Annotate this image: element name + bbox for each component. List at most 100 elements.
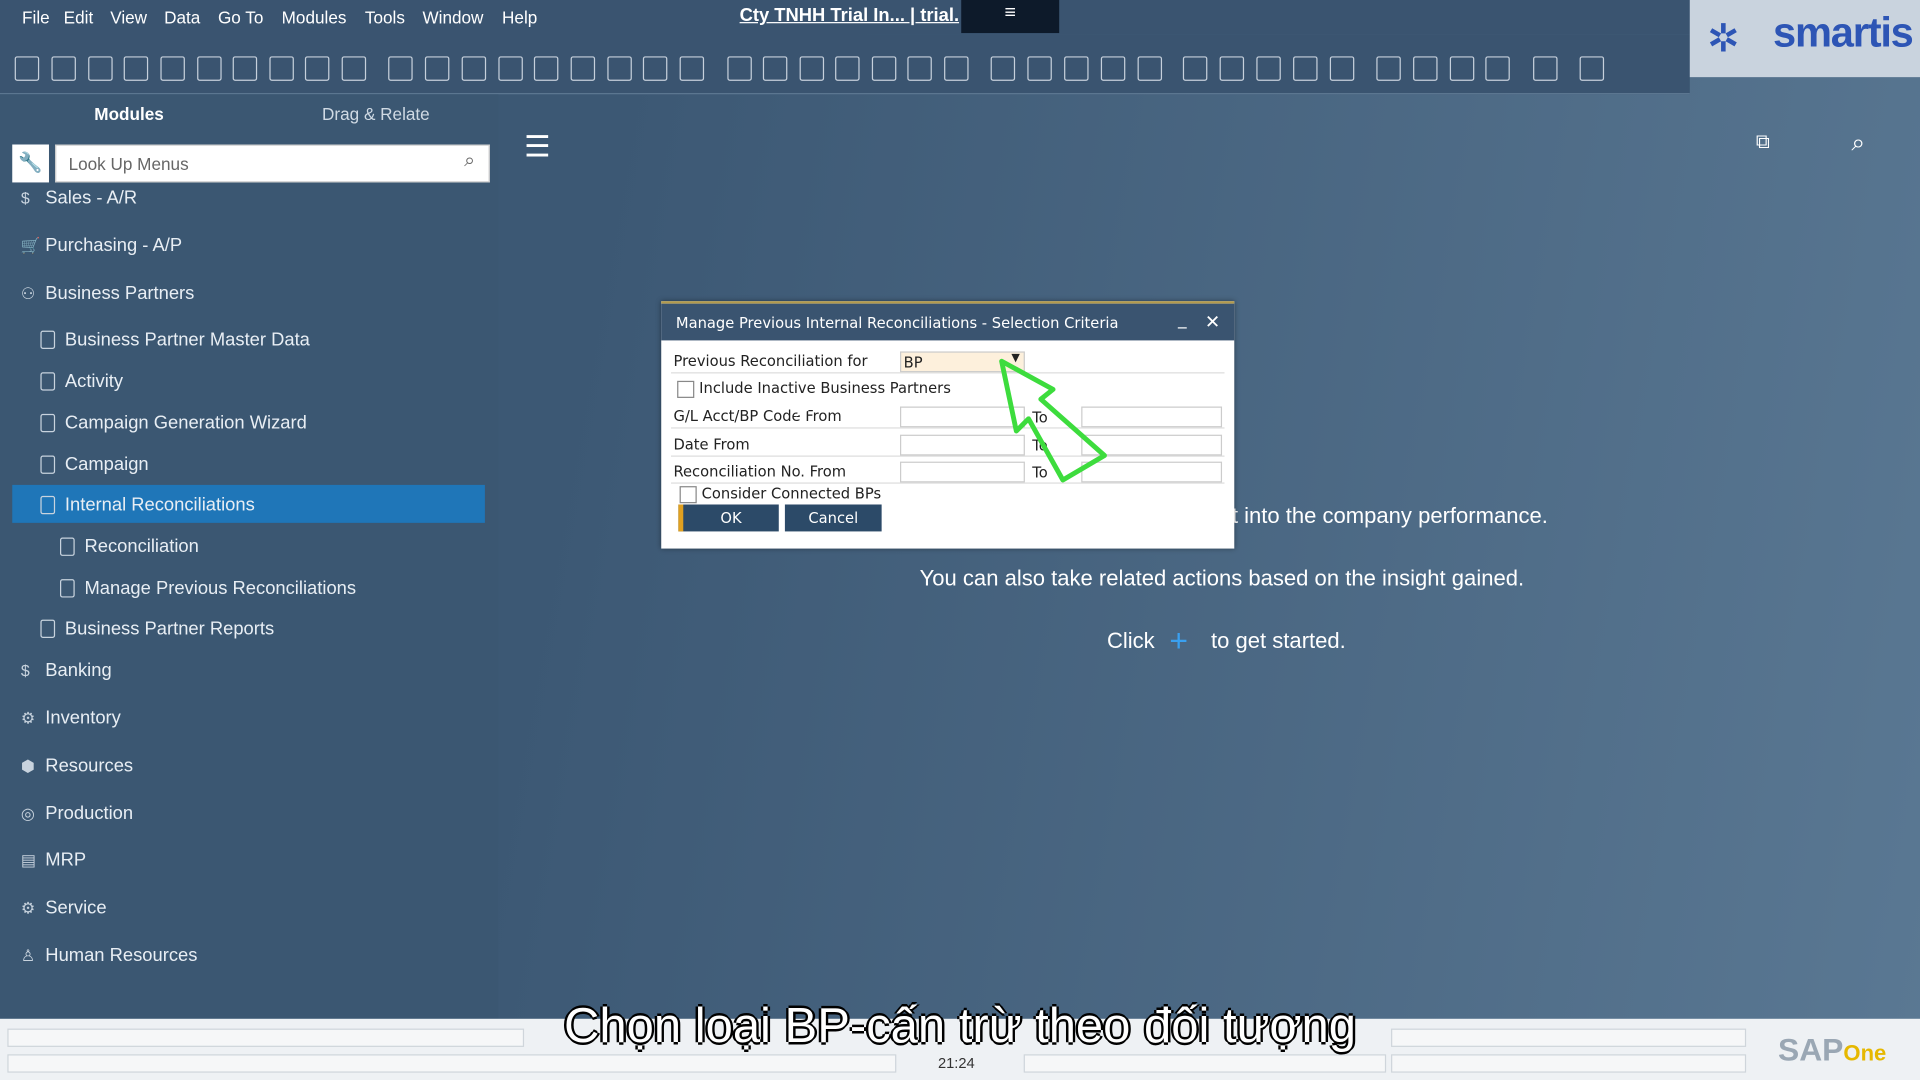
search-icon[interactable]: ⌕ xyxy=(1851,130,1865,158)
toolbar-button-icon[interactable] xyxy=(388,56,413,81)
include-inactive-checkbox[interactable] xyxy=(677,380,695,398)
toolbar-button-icon[interactable] xyxy=(51,56,76,81)
toolbar-button-icon[interactable] xyxy=(461,56,487,81)
toolbar-button-icon[interactable] xyxy=(762,56,788,81)
toolbar-button-icon[interactable] xyxy=(498,56,523,81)
tab-modules[interactable]: Modules xyxy=(94,104,164,124)
toolbar-button-icon[interactable] xyxy=(607,56,632,81)
toolbar-button-icon[interactable] xyxy=(1027,56,1052,81)
toolbar-button-icon[interactable] xyxy=(1100,56,1126,81)
toolbar-button-icon[interactable] xyxy=(990,56,1016,81)
toolbar-button-icon[interactable] xyxy=(1329,56,1355,81)
close-icon[interactable]: ✕ xyxy=(1205,311,1220,333)
toolbar-button-icon[interactable] xyxy=(88,56,113,81)
toolbar-button-icon[interactable] xyxy=(123,56,149,81)
menu-search-input[interactable]: Look Up Menus ⌕ xyxy=(55,144,490,183)
search-icon[interactable]: ⌕ xyxy=(464,151,475,173)
sidebar-item[interactable]: Reconciliation xyxy=(60,536,199,557)
toolbar-button-icon[interactable] xyxy=(232,56,258,81)
sidebar-item[interactable]: Business Partner Reports xyxy=(40,618,274,639)
info-line-2: You can also take related actions based … xyxy=(919,565,1525,591)
toolbar-button-icon[interactable] xyxy=(1579,56,1605,81)
menu-edit[interactable]: Edit xyxy=(64,7,94,27)
sidebar-item[interactable]: $ Sales - A/R xyxy=(21,187,138,209)
consider-connected-checkbox[interactable] xyxy=(679,486,697,504)
toolbar-button-icon[interactable] xyxy=(679,56,705,81)
toolbar-button-icon[interactable] xyxy=(1293,56,1318,81)
toolbar-button-icon[interactable] xyxy=(871,56,897,81)
sidebar-item[interactable]: $ Banking xyxy=(21,660,112,681)
sidebar-item[interactable]: ⚇ Business Partners xyxy=(21,283,195,304)
partners-icon: ⚇ xyxy=(20,284,36,303)
toolbar-button-icon[interactable] xyxy=(1256,56,1281,81)
sidebar-item[interactable]: ♙ Human Resources xyxy=(21,945,198,966)
sidebar-item[interactable]: Internal Reconciliations xyxy=(40,495,255,516)
menu-view[interactable]: View xyxy=(110,7,147,27)
sidebar-item[interactable]: 🛒 Purchasing - A/P xyxy=(21,235,182,256)
sidebar-item[interactable]: ◎ Production xyxy=(21,803,133,824)
person-icon: ♙ xyxy=(20,946,36,965)
toolbar-button-icon[interactable] xyxy=(304,56,330,81)
toolbar-button-icon[interactable] xyxy=(424,56,450,81)
document-icon xyxy=(40,372,56,391)
toolbar-button-icon[interactable] xyxy=(835,56,860,81)
wrench-icon[interactable]: 🔧 xyxy=(12,144,49,183)
sidebar-item[interactable]: ⚙ Service xyxy=(21,898,107,919)
info-line-1: t into the company performance. xyxy=(1231,503,1548,528)
toolbar-button-icon[interactable] xyxy=(1064,56,1089,81)
sidebar-item[interactable]: ⬢ Resources xyxy=(21,756,133,777)
sidebar-item[interactable]: Manage Previous Reconciliations xyxy=(60,578,356,599)
toolbar-button-icon[interactable] xyxy=(642,56,668,81)
plus-icon[interactable]: + xyxy=(1169,622,1188,660)
menu-help[interactable]: Help xyxy=(502,7,537,27)
toolbar-button-icon[interactable] xyxy=(944,56,969,81)
mouse-cursor-icon: ➤ xyxy=(793,400,810,422)
tab-drag-relate[interactable]: Drag & Relate xyxy=(322,104,430,124)
hamburger-icon[interactable]: ☰ xyxy=(524,130,550,166)
toolbar-button-icon[interactable] xyxy=(341,56,367,81)
ok-button[interactable]: OK xyxy=(678,504,779,532)
toolbar-button-icon[interactable] xyxy=(160,56,185,81)
toolbar-button-icon[interactable] xyxy=(1376,56,1401,81)
resources-icon: ⬢ xyxy=(20,756,35,776)
cart-icon: 🛒 xyxy=(20,236,41,255)
sidebar-item-label: Business Partner Master Data xyxy=(64,329,310,351)
recon-no-label: Reconciliation No. From xyxy=(673,462,847,481)
toolbar-button-icon[interactable] xyxy=(269,56,294,81)
sidebar-item-label: Banking xyxy=(45,660,112,681)
sidebar-item[interactable]: ⚙ Inventory xyxy=(21,708,121,729)
sidebar-item[interactable]: ▤ MRP xyxy=(21,850,86,871)
sidebar-item[interactable]: Business Partner Master Data xyxy=(40,329,310,351)
toolbar-button-icon[interactable] xyxy=(1449,56,1475,81)
toolbar-button-icon[interactable] xyxy=(1413,56,1438,81)
hamburger-menu-icon[interactable]: ≡ xyxy=(961,0,1060,34)
folder-icon xyxy=(40,619,56,638)
toolbar-button-icon[interactable] xyxy=(1137,56,1163,81)
cancel-button[interactable]: Cancel xyxy=(784,504,882,532)
toolbar-button-icon[interactable] xyxy=(1182,56,1208,81)
toolbar-button-icon[interactable] xyxy=(799,56,825,81)
menu-data[interactable]: Data xyxy=(164,7,200,27)
toolbar-button-icon[interactable] xyxy=(727,56,752,81)
toolbar-button-icon[interactable] xyxy=(1219,56,1245,81)
menu-goto[interactable]: Go To xyxy=(218,7,263,27)
toolbar-button-icon[interactable] xyxy=(1485,56,1510,81)
toolbar-button-icon[interactable] xyxy=(907,56,932,81)
window-title: Cty TNHH Trial In... | trial. xyxy=(739,4,960,26)
toolbar-button-icon[interactable] xyxy=(14,56,40,81)
sidebar-item[interactable]: Campaign Generation Wizard xyxy=(40,413,307,433)
toolbar-button-icon[interactable] xyxy=(570,56,596,81)
sidebar-item[interactable]: Campaign xyxy=(40,454,149,475)
menu-window[interactable]: Window xyxy=(422,7,483,27)
toolbar-button-icon[interactable] xyxy=(1533,56,1558,81)
sidebar-item[interactable]: Activity xyxy=(40,371,123,392)
menu-tools[interactable]: Tools xyxy=(365,7,405,27)
minimize-icon[interactable]: _ xyxy=(1178,310,1187,330)
sidebar-item-label: Sales - A/R xyxy=(45,187,138,209)
folder-icon xyxy=(40,495,56,515)
widget-icon[interactable]: ⧉ xyxy=(1756,132,1770,154)
menu-modules[interactable]: Modules xyxy=(282,7,347,27)
toolbar-button-icon[interactable] xyxy=(533,56,559,81)
toolbar-button-icon[interactable] xyxy=(197,56,222,81)
menu-file[interactable]: File xyxy=(22,7,50,27)
